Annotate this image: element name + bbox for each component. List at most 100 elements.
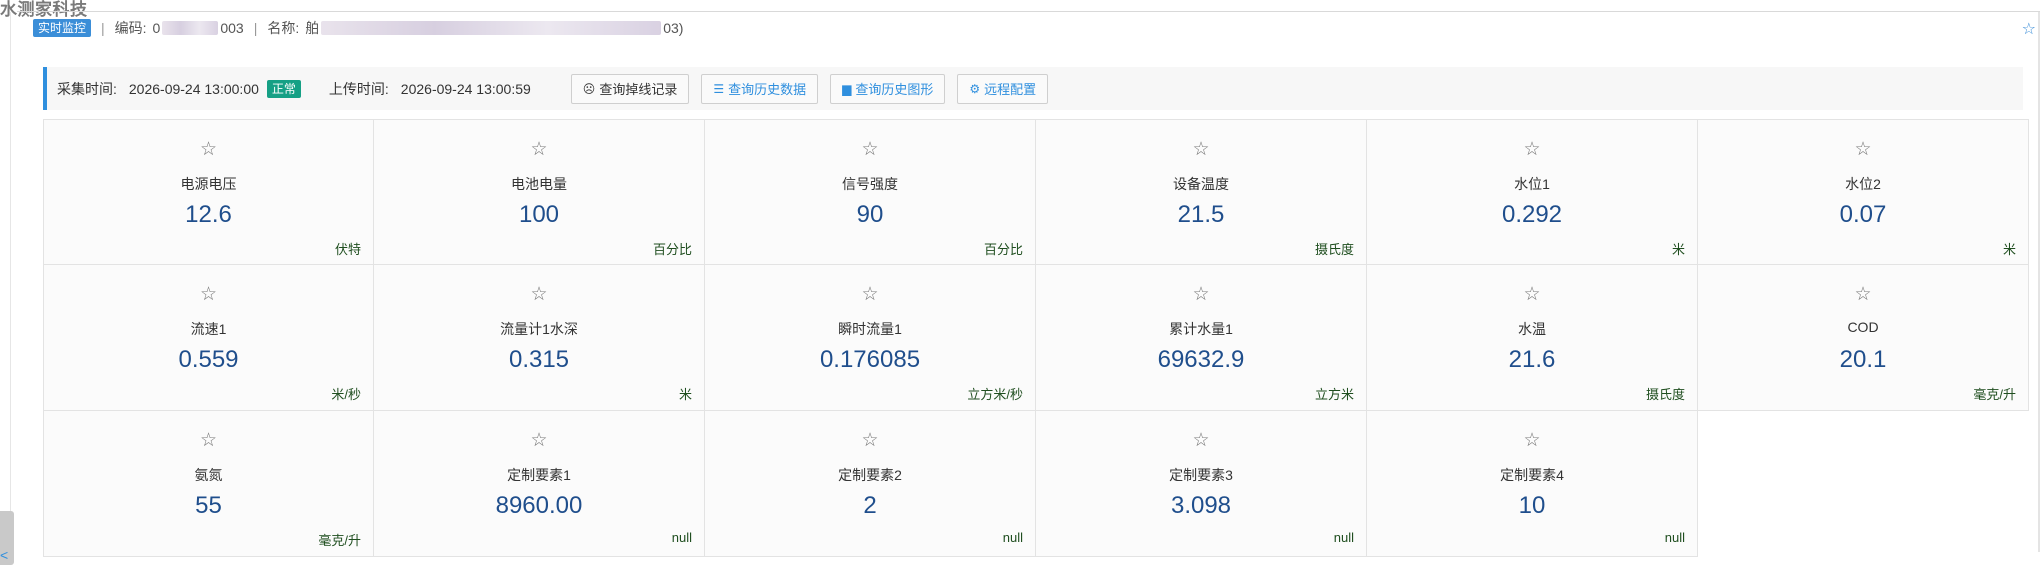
left-divider <box>10 12 11 512</box>
star-icon[interactable]: ☆ <box>1698 140 2028 160</box>
code-label: 编码: <box>114 20 147 36</box>
metric-unit: 百分比 <box>652 242 692 257</box>
metric-card[interactable]: ☆ 设备温度 21.5 摄氏度 <box>1036 119 1367 265</box>
realtime-badge[interactable]: 实时监控 <box>33 19 92 37</box>
star-icon[interactable]: ☆ <box>1367 431 1697 451</box>
metric-name: 定制要素2 <box>838 467 902 483</box>
metric-unit: null <box>1002 530 1023 545</box>
smiley-icon: ☹ <box>582 81 596 96</box>
metric-card[interactable]: ☆ 氨氮 55 毫克/升 <box>43 411 374 557</box>
metric-name: 定制要素3 <box>1169 467 1233 483</box>
metric-name: 电源电压 <box>180 176 237 192</box>
metric-card[interactable]: ☆ 水温 21.6 摄氏度 <box>1367 265 1698 411</box>
metric-unit: 立方米 <box>1314 387 1354 402</box>
star-icon[interactable]: ☆ <box>44 431 373 451</box>
metric-card[interactable]: ☆ 信号强度 90 百分比 <box>705 119 1036 265</box>
metric-unit: 米 <box>2002 242 2016 257</box>
separator: | <box>101 20 105 36</box>
star-icon[interactable]: ☆ <box>1036 431 1366 451</box>
upload-time-label: 上传时间: <box>328 80 389 97</box>
metric-value: 0.315 <box>508 346 570 373</box>
metric-value: 2 <box>863 492 877 519</box>
metric-card[interactable]: ☆ 流速1 0.559 米/秒 <box>43 265 374 411</box>
metric-unit: 立方米/秒 <box>967 387 1023 402</box>
metric-card[interactable]: ☆ 定制要素3 3.098 null <box>1036 411 1367 557</box>
metric-card[interactable]: ☆ 瞬时流量1 0.176085 立方米/秒 <box>705 265 1036 411</box>
separator: | <box>253 20 258 36</box>
status-badge: 正常 <box>266 79 301 98</box>
collect-time-label: 采集时间: <box>57 80 117 97</box>
metric-card[interactable]: ☆ COD 20.1 毫克/升 <box>1698 265 2029 411</box>
realtime-monitor-page: 水测家科技 实时监控 | 编码: 0 003 | 名称: 舶 03) ☆ 采集时… <box>0 0 2040 565</box>
query-offline-records-button[interactable]: ☹ 查询掉线记录 <box>570 73 690 104</box>
metric-unit: 摄氏度 <box>1314 242 1354 257</box>
metric-value: 90 <box>856 201 884 228</box>
metric-name: 瞬时流量1 <box>838 321 902 337</box>
metric-name: 氨氮 <box>194 467 223 483</box>
metric-value: 0.07 <box>1839 201 1887 228</box>
name-suffix: 03) <box>663 20 684 36</box>
top-divider <box>17 11 2040 12</box>
name-masked-block <box>321 21 662 35</box>
name-label: 名称: <box>267 20 300 36</box>
star-icon[interactable]: ☆ <box>44 285 373 305</box>
sidebar-toggle[interactable]: < <box>0 511 14 565</box>
metric-name: 流量计1水深 <box>500 321 578 337</box>
star-icon[interactable]: ☆ <box>1367 285 1697 305</box>
star-icon[interactable]: ☆ <box>1036 285 1366 305</box>
star-icon[interactable]: ☆ <box>1036 140 1366 160</box>
star-icon[interactable]: ☆ <box>1367 140 1697 160</box>
star-icon[interactable]: ☆ <box>374 431 704 451</box>
metric-value: 55 <box>195 492 222 519</box>
metric-card[interactable]: ☆ 电池电量 100 百分比 <box>374 119 705 265</box>
chart-icon: ▆ <box>842 81 852 96</box>
metric-value: 100 <box>518 201 560 228</box>
query-history-data-label: 查询历史数据 <box>728 82 807 97</box>
remote-config-button[interactable]: ⚙ 远程配置 <box>957 73 1049 104</box>
metric-card[interactable]: ☆ 水位2 0.07 米 <box>1698 119 2029 265</box>
code-suffix: 003 <box>220 20 244 36</box>
star-icon[interactable]: ☆ <box>374 285 704 305</box>
metric-unit: 毫克/升 <box>318 533 361 548</box>
metric-value: 69632.9 <box>1157 346 1245 373</box>
metric-card[interactable]: ☆ 电源电压 12.6 伏特 <box>43 119 374 265</box>
station-header: 实时监控 | 编码: 0 003 | 名称: 舶 03) <box>33 17 683 39</box>
collect-time-value: 2026-09-24 13:00:00 <box>128 80 259 97</box>
chevron-left-icon: < <box>0 547 9 563</box>
metric-name: 定制要素4 <box>1500 467 1564 483</box>
query-history-chart-button[interactable]: ▆ 查询历史图形 <box>830 73 946 104</box>
metric-name: 累计水量1 <box>1169 321 1233 337</box>
metric-value: 8960.00 <box>495 492 583 519</box>
metric-card[interactable]: ☆ 定制要素1 8960.00 null <box>374 411 705 557</box>
metric-card[interactable]: ☆ 定制要素2 2 null <box>705 411 1036 557</box>
metric-card[interactable]: ☆ 流量计1水深 0.315 米 <box>374 265 705 411</box>
query-offline-records-label: 查询掉线记录 <box>599 82 678 97</box>
code-prefix: 0 <box>152 20 161 36</box>
metric-value: 0.292 <box>1501 201 1563 228</box>
name-prefix: 舶 <box>305 20 320 36</box>
star-icon[interactable]: ☆ <box>1698 285 2028 305</box>
metric-name: 信号强度 <box>842 176 898 192</box>
metric-unit: null <box>671 530 692 545</box>
metric-unit: 米/秒 <box>331 387 361 402</box>
time-info-bar: 采集时间: 2026-09-24 13:00:00 正常 上传时间: 2026-… <box>43 67 2023 110</box>
metric-name: 定制要素1 <box>507 467 571 483</box>
metric-name: 水位2 <box>1845 176 1881 192</box>
metric-value: 10 <box>1518 492 1546 519</box>
metric-unit: 摄氏度 <box>1645 387 1685 402</box>
metric-value: 20.1 <box>1839 346 1887 373</box>
metric-card[interactable]: ☆ 定制要素4 10 null <box>1367 411 1698 557</box>
metric-card[interactable]: ☆ 水位1 0.292 米 <box>1367 119 1698 265</box>
star-icon[interactable]: ☆ <box>705 431 1035 451</box>
metric-value: 0.559 <box>178 346 239 373</box>
metric-card[interactable]: ☆ 累计水量1 69632.9 立方米 <box>1036 265 1367 411</box>
query-history-chart-label: 查询历史图形 <box>855 82 934 97</box>
query-history-data-button[interactable]: ☰ 查询历史数据 <box>701 73 819 104</box>
star-icon[interactable]: ☆ <box>705 140 1035 160</box>
favorite-star-icon[interactable]: ☆ <box>2022 19 2036 39</box>
metric-name: 设备温度 <box>1173 176 1229 192</box>
metric-unit: 百分比 <box>983 242 1023 257</box>
star-icon[interactable]: ☆ <box>374 140 704 160</box>
star-icon[interactable]: ☆ <box>44 140 373 160</box>
star-icon[interactable]: ☆ <box>705 285 1035 305</box>
